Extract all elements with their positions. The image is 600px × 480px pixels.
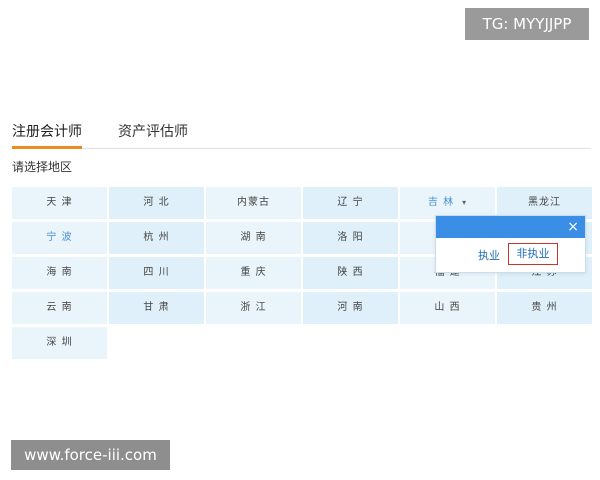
popup-body: 执业 非执业 (436, 238, 585, 272)
watermark-tg: TG: MYYJJPP (465, 8, 589, 40)
region-guizhou[interactable]: 贵 州 (497, 292, 592, 324)
region-shaanxi[interactable]: 陕 西 (303, 257, 398, 289)
region-jilin-label: 吉 林 (427, 197, 455, 208)
tab-cpa[interactable]: 注册会计师 (12, 120, 82, 149)
region-hainan[interactable]: 海 南 (12, 257, 107, 289)
tab-bar: 注册会计师 资产评估师 (12, 120, 591, 149)
region-henan[interactable]: 河 南 (303, 292, 398, 324)
region-luoyang[interactable]: 洛 阳 (303, 222, 398, 254)
region-ningbo[interactable]: 宁 波 (12, 222, 107, 254)
region-hangzhou[interactable]: 杭 州 (109, 222, 204, 254)
region-zhejiang[interactable]: 浙 江 (206, 292, 301, 324)
region-liaoning[interactable]: 辽 宁 (303, 187, 398, 219)
chevron-down-icon: ▾ (462, 198, 468, 207)
region-tianjin[interactable]: 天 津 (12, 187, 107, 219)
region-neimenggu[interactable]: 内蒙古 (206, 187, 301, 219)
tab-asset-appraiser[interactable]: 资产评估师 (118, 120, 188, 148)
option-practicing[interactable]: 执业 (478, 247, 500, 263)
region-chongqing[interactable]: 重 庆 (206, 257, 301, 289)
popup-header: × (436, 216, 585, 238)
region-yunnan[interactable]: 云 南 (12, 292, 107, 324)
option-non-practicing[interactable]: 非执业 (508, 243, 558, 265)
region-sichuan[interactable]: 四 川 (109, 257, 204, 289)
region-prompt: 请选择地区 (12, 160, 73, 174)
region-hunan[interactable]: 湖 南 (206, 222, 301, 254)
close-icon[interactable]: × (567, 217, 579, 237)
region-shenzhen[interactable]: 深 圳 (12, 327, 107, 359)
region-shanxi[interactable]: 山 西 (400, 292, 495, 324)
region-hebei[interactable]: 河 北 (109, 187, 204, 219)
practice-type-popup: × 执业 非执业 (435, 215, 586, 273)
region-gansu[interactable]: 甘 肃 (109, 292, 204, 324)
watermark-site: www.force-iii.com (11, 440, 170, 470)
